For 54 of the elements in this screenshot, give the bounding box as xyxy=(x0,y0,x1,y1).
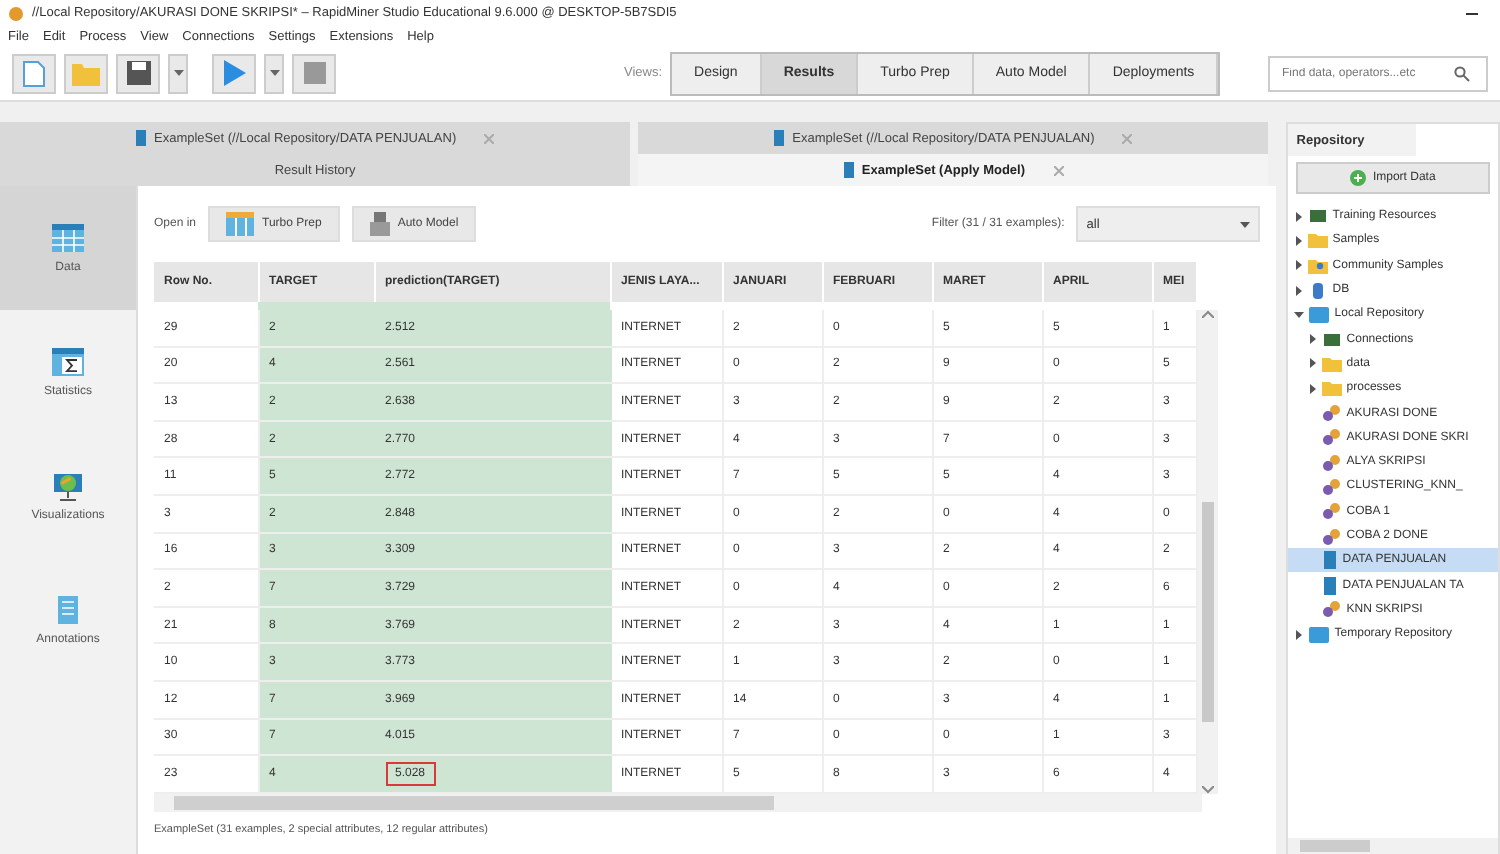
data-icon xyxy=(774,130,785,146)
folder-icon xyxy=(1308,232,1329,249)
process-icon xyxy=(1322,453,1343,472)
collapse-arrow-icon[interactable] xyxy=(1294,309,1305,320)
app-logo-icon xyxy=(8,5,24,21)
folder-icon xyxy=(72,61,100,85)
expand-arrow-icon[interactable] xyxy=(1308,334,1319,345)
expand-arrow-icon[interactable] xyxy=(1294,629,1305,640)
new-file-icon xyxy=(22,59,46,87)
table-icon xyxy=(50,222,86,254)
repository-icon xyxy=(1308,305,1331,324)
statistics-icon xyxy=(50,346,86,378)
folder-icon xyxy=(1322,355,1343,372)
robot-icon xyxy=(369,212,390,236)
horizontal-scrollbar[interactable] xyxy=(1288,838,1498,854)
process-icon xyxy=(1322,502,1343,521)
expand-arrow-icon[interactable] xyxy=(1294,285,1305,296)
caret-icon xyxy=(269,70,279,76)
data-icon xyxy=(1322,550,1339,571)
data-icon xyxy=(136,130,146,146)
plus-icon xyxy=(1350,170,1367,186)
process-icon xyxy=(1322,527,1343,545)
caret-icon xyxy=(173,70,183,76)
database-icon xyxy=(1308,281,1329,300)
run-dropdown[interactable] xyxy=(264,53,284,93)
run-button[interactable] xyxy=(212,53,256,93)
table-icon xyxy=(226,212,255,236)
data-icon xyxy=(1322,575,1339,596)
expand-arrow-icon[interactable] xyxy=(1308,358,1319,369)
expand-arrow-icon[interactable] xyxy=(1308,383,1319,394)
repository-icon xyxy=(1308,625,1331,644)
process-icon xyxy=(1322,404,1343,423)
process-icon xyxy=(1322,600,1343,619)
save-dropdown[interactable] xyxy=(168,53,188,93)
monitor-globe-icon xyxy=(50,470,86,502)
save-button[interactable] xyxy=(116,53,160,93)
caret-icon xyxy=(1240,221,1251,227)
expand-arrow-icon[interactable] xyxy=(1294,211,1305,222)
process-icon xyxy=(1322,477,1343,496)
play-icon xyxy=(222,60,246,86)
expand-arrow-icon[interactable] xyxy=(1294,260,1305,271)
expand-arrow-icon[interactable] xyxy=(1294,235,1305,246)
new-process-button[interactable] xyxy=(12,53,56,93)
scroll-down-icon[interactable] xyxy=(1201,785,1213,794)
data-icon xyxy=(843,162,854,178)
stop-button[interactable] xyxy=(292,53,336,93)
process-icon xyxy=(1322,428,1343,447)
search-icon xyxy=(1454,65,1470,81)
scroll-up-icon[interactable] xyxy=(1201,310,1213,318)
folder-people-icon xyxy=(1308,257,1329,274)
save-icon xyxy=(125,60,151,86)
folder-icon xyxy=(1322,380,1343,397)
stop-icon xyxy=(303,62,325,84)
vertical-scrollbar[interactable] xyxy=(1197,310,1217,794)
